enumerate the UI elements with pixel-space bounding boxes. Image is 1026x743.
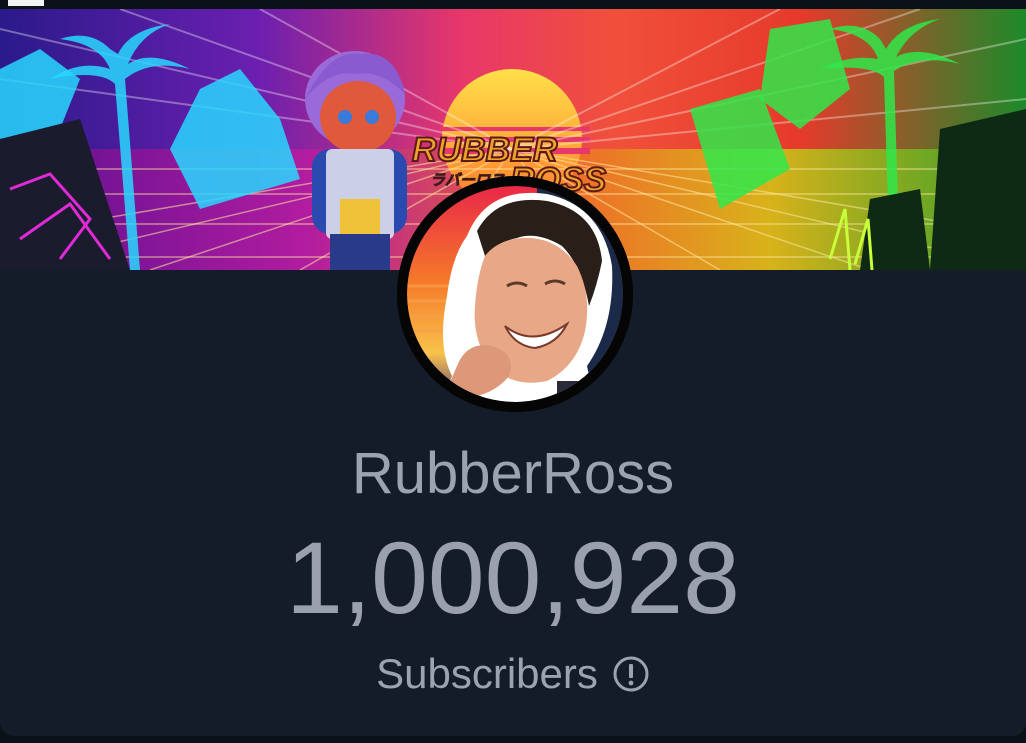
channel-card: RUBBER ラバーロス ROSS RubberRoss 1,000,928 S…: [0, 0, 1026, 736]
tab-indicator: [8, 0, 44, 6]
channel-avatar[interactable]: [397, 176, 633, 412]
subscriber-label: Subscribers: [376, 650, 598, 697]
subscriber-label-row: Subscribers: [0, 650, 1026, 698]
subscriber-count: 1,000,928: [286, 521, 740, 635]
top-strip: [0, 0, 1026, 9]
channel-name[interactable]: RubberRoss: [0, 440, 1026, 507]
info-circle-icon[interactable]: [612, 655, 650, 693]
